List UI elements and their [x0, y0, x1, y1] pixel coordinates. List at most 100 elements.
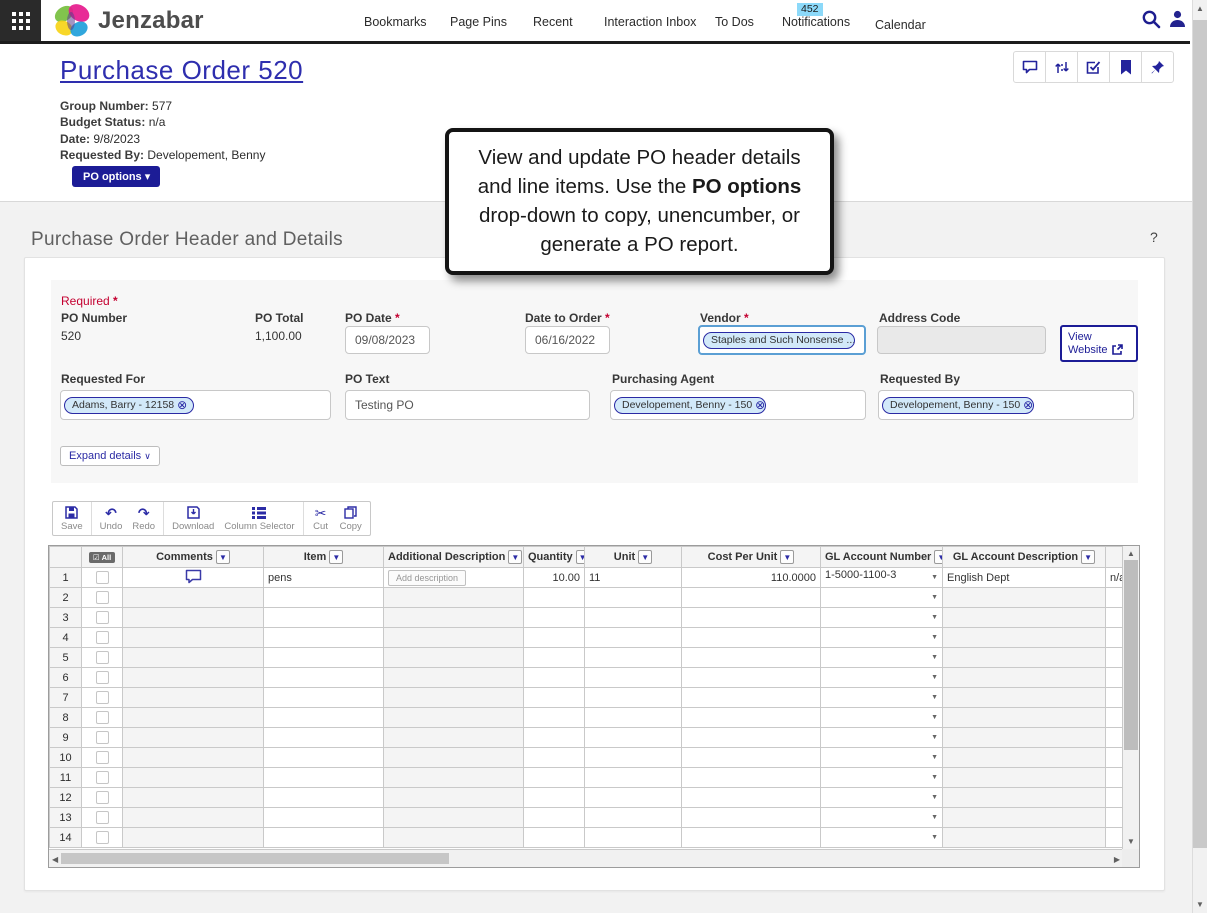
cost-per-unit-cell[interactable] [682, 628, 821, 648]
cost-per-unit-cell[interactable] [682, 648, 821, 668]
requested-for-chip[interactable]: Adams, Barry - 12158⊗ [64, 397, 194, 414]
item-cell[interactable]: pens [264, 568, 384, 588]
quantity-cell[interactable] [524, 588, 585, 608]
remove-chip-icon[interactable]: ⊗ [755, 400, 765, 410]
search-icon[interactable] [1141, 9, 1161, 29]
cost-per-unit-cell[interactable] [682, 588, 821, 608]
row-select-cell[interactable] [82, 628, 123, 648]
vendor-field[interactable]: Staples and Such Nonsense ...⊗ [698, 325, 866, 355]
additional-description-cell[interactable] [384, 608, 524, 628]
cost-per-unit-cell[interactable] [682, 828, 821, 848]
item-cell[interactable] [264, 668, 384, 688]
grid-hscroll-thumb[interactable] [61, 853, 449, 864]
gl-account-dropdown-icon[interactable]: ▼ [931, 649, 938, 667]
quantity-header[interactable]: Quantity▼ [524, 547, 585, 568]
filter-icon[interactable]: ▼ [576, 550, 585, 564]
quantity-cell[interactable]: 10.00 [524, 568, 585, 588]
cost-per-unit-header[interactable]: Cost Per Unit▼ [682, 547, 821, 568]
comments-cell[interactable] [123, 568, 264, 588]
additional-description-cell[interactable] [384, 808, 524, 828]
gl-account-number-cell[interactable]: ▼ [821, 668, 943, 688]
gl-account-dropdown-icon[interactable]: ▼ [931, 749, 938, 767]
nav-item-page-pins[interactable]: Page Pins [450, 15, 507, 29]
comments-cell[interactable] [123, 828, 264, 848]
cost-per-unit-cell[interactable] [682, 768, 821, 788]
cut-button[interactable]: ✂ Cut [307, 504, 335, 533]
gl-account-dropdown-icon[interactable]: ▼ [931, 809, 938, 827]
help-icon[interactable]: ? [1150, 229, 1158, 245]
nav-item-interaction-inbox[interactable]: Interaction Inbox [604, 15, 696, 29]
row-checkbox[interactable] [96, 831, 109, 844]
remove-chip-icon[interactable]: ⊗ [1023, 400, 1033, 410]
unit-cell[interactable] [585, 788, 682, 808]
comments-cell[interactable] [123, 688, 264, 708]
quantity-cell[interactable] [524, 648, 585, 668]
requested-by-field[interactable]: Developement, Benny - 150⊗ [878, 390, 1134, 420]
gl-account-number-cell[interactable]: ▼ [821, 788, 943, 808]
scroll-down-icon[interactable]: ▼ [1193, 900, 1207, 909]
unit-cell[interactable] [585, 708, 682, 728]
row-checkbox[interactable] [96, 671, 109, 684]
gl-account-number-cell[interactable]: ▼ [821, 728, 943, 748]
unit-cell[interactable]: 11 [585, 568, 682, 588]
scroll-down-icon[interactable]: ▼ [1127, 837, 1135, 846]
scroll-up-icon[interactable]: ▲ [1127, 549, 1135, 558]
nav-item-notifications[interactable]: Notifications [782, 15, 850, 29]
quantity-cell[interactable] [524, 808, 585, 828]
item-cell[interactable] [264, 608, 384, 628]
remove-chip-icon[interactable]: ⊗ [177, 400, 187, 410]
save-button[interactable]: Save [56, 504, 88, 533]
date-to-order-input[interactable] [525, 326, 610, 354]
gl-account-number-cell[interactable]: ▼ [821, 828, 943, 848]
row-checkbox[interactable] [96, 591, 109, 604]
quantity-cell[interactable] [524, 608, 585, 628]
item-cell[interactable] [264, 648, 384, 668]
row-checkbox[interactable] [96, 691, 109, 704]
additional-description-header[interactable]: Additional Description▼ [384, 547, 524, 568]
additional-description-cell[interactable] [384, 748, 524, 768]
po-date-input[interactable] [345, 326, 430, 354]
unit-cell[interactable] [585, 728, 682, 748]
cost-per-unit-cell[interactable] [682, 748, 821, 768]
comments-cell[interactable] [123, 608, 264, 628]
po-options-button[interactable]: PO options ▾ [72, 166, 160, 187]
gl-account-dropdown-icon[interactable]: ▼ [931, 629, 938, 647]
row-checkbox[interactable] [96, 811, 109, 824]
comments-cell[interactable] [123, 788, 264, 808]
comments-cell[interactable] [123, 728, 264, 748]
scroll-right-icon[interactable]: ▶ [1114, 855, 1120, 864]
nav-item-bookmarks[interactable]: Bookmarks [364, 15, 427, 29]
pin-button[interactable] [1141, 51, 1174, 83]
gl-account-number-cell[interactable]: ▼ [821, 748, 943, 768]
additional-description-cell[interactable] [384, 628, 524, 648]
gl-account-number-cell[interactable]: ▼ [821, 628, 943, 648]
unit-cell[interactable] [585, 768, 682, 788]
additional-description-cell[interactable]: Add description [384, 568, 524, 588]
vendor-chip[interactable]: Staples and Such Nonsense ...⊗ [703, 332, 855, 349]
row-select-cell[interactable] [82, 608, 123, 628]
gl-account-dropdown-icon[interactable]: ▼ [931, 709, 938, 727]
gl-account-dropdown-icon[interactable]: ▼ [931, 689, 938, 707]
row-checkbox[interactable] [96, 711, 109, 724]
comments-cell[interactable] [123, 768, 264, 788]
scroll-left-icon[interactable]: ◀ [52, 855, 58, 864]
row-checkbox[interactable] [96, 651, 109, 664]
row-checkbox[interactable] [96, 771, 109, 784]
purchasing-agent-field[interactable]: Developement, Benny - 150⊗ [610, 390, 866, 420]
gl-account-dropdown-icon[interactable]: ▼ [931, 729, 938, 747]
additional-description-cell[interactable] [384, 688, 524, 708]
view-website-button[interactable]: View Website [1060, 325, 1138, 362]
quantity-cell[interactable] [524, 788, 585, 808]
cost-per-unit-cell[interactable] [682, 608, 821, 628]
gl-account-dropdown-icon[interactable]: ▼ [931, 569, 938, 587]
row-checkbox[interactable] [96, 611, 109, 624]
gl-account-dropdown-icon[interactable]: ▼ [931, 589, 938, 607]
gl-account-number-cell[interactable]: ▼ [821, 808, 943, 828]
page-scrollbar-thumb[interactable] [1193, 20, 1207, 848]
unit-cell[interactable] [585, 828, 682, 848]
quantity-cell[interactable] [524, 728, 585, 748]
item-cell[interactable] [264, 748, 384, 768]
comments-cell[interactable] [123, 808, 264, 828]
gl-account-number-cell[interactable]: ▼ [821, 608, 943, 628]
cost-per-unit-cell[interactable] [682, 688, 821, 708]
